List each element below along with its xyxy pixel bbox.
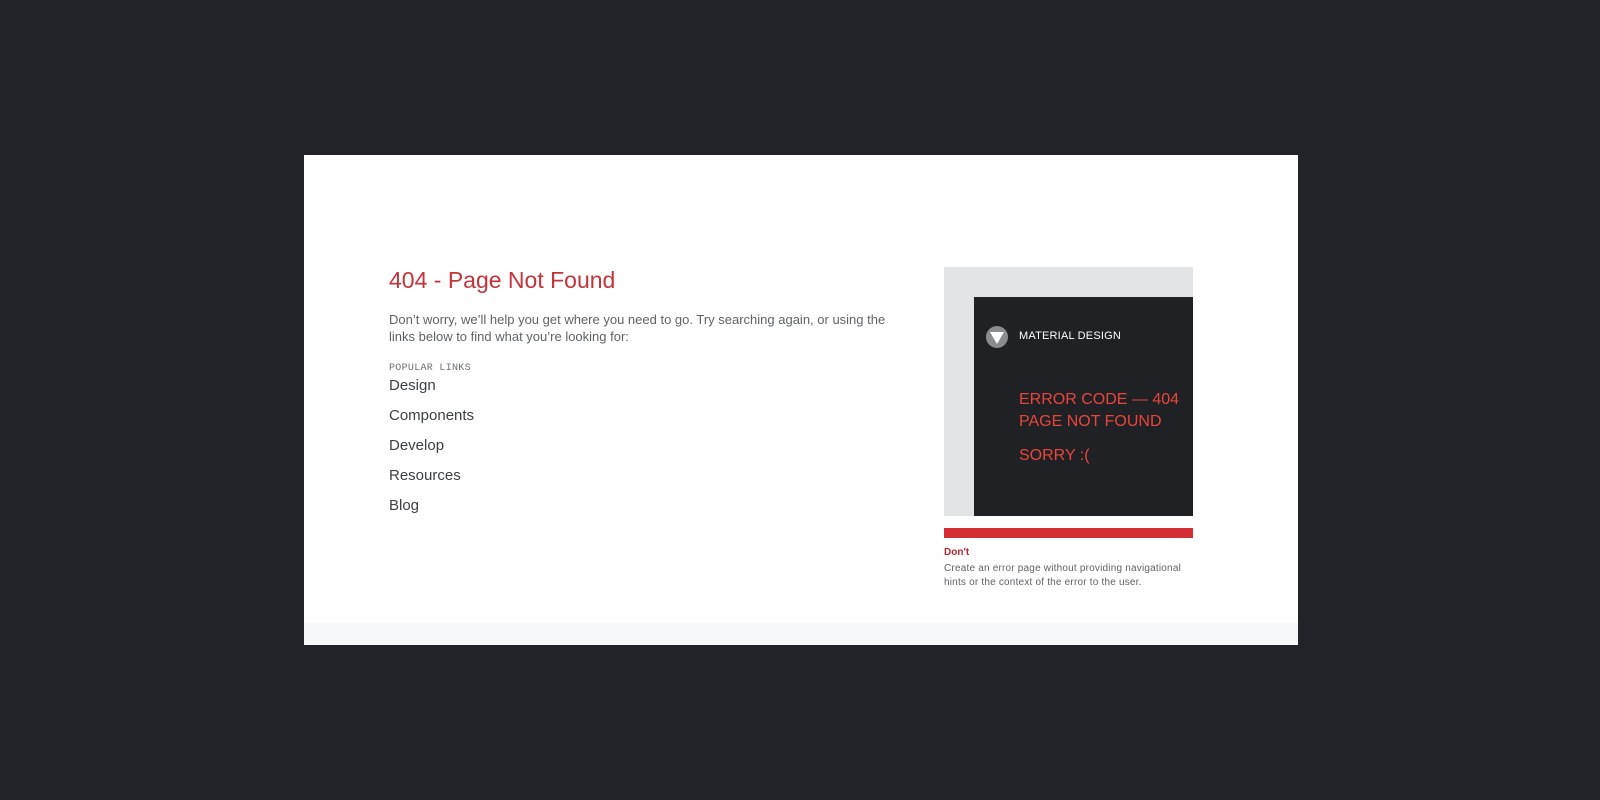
popular-links-list: Design Components Develop Resources Blog [389,376,909,526]
error-code-text: ERROR CODE — 404 PAGE NOT FOUND [1019,389,1179,433]
list-item: Blog [389,496,909,526]
sorry-text: SORRY :( [1019,447,1090,464]
link-develop[interactable]: Develop [389,437,444,454]
error-illustration: MATERIAL DESIGN ERROR CODE — 404 PAGE NO… [944,267,1193,516]
link-blog[interactable]: Blog [389,497,419,514]
link-resources[interactable]: Resources [389,467,461,484]
material-logo-icon [986,326,1008,348]
page-description: Don’t worry, we’ll help you get where yo… [389,312,886,344]
card-footer [304,623,1298,645]
page-card: 404 - Page Not Found Don’t worry, we’ll … [304,155,1298,645]
list-item: Design [389,376,909,406]
list-item: Develop [389,436,909,466]
main-content: 404 - Page Not Found Don’t worry, we’ll … [389,265,909,526]
brand-name: MATERIAL DESIGN [1019,330,1122,342]
dont-description: Create an error page without providing n… [944,563,1182,588]
link-design[interactable]: Design [389,377,436,394]
dont-example-figure: MATERIAL DESIGN ERROR CODE — 404 PAGE NO… [944,267,1193,590]
page-not-found-line: PAGE NOT FOUND [1019,413,1162,430]
list-item: Resources [389,466,909,496]
dont-label: Don't [944,547,970,558]
logo-triangle [990,332,1004,344]
error-screen: MATERIAL DESIGN ERROR CODE — 404 PAGE NO… [974,297,1193,516]
dont-indicator-bar [944,528,1193,538]
popular-links-label: POPULAR LINKS [389,363,471,374]
list-item: Components [389,406,909,436]
link-components[interactable]: Components [389,407,474,424]
page-title: 404 - Page Not Found [389,267,616,293]
error-code-line: ERROR CODE — 404 [1019,391,1180,408]
